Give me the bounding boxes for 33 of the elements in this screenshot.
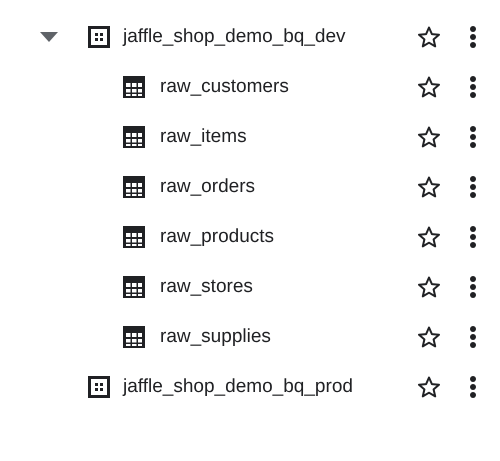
star-button[interactable] (416, 374, 442, 400)
table-name[interactable]: raw_customers (160, 76, 416, 98)
more-icon[interactable] (468, 74, 478, 100)
dataset-icon (88, 376, 110, 398)
table-icon (123, 326, 145, 348)
table-name[interactable]: raw_products (160, 226, 416, 248)
more-icon[interactable] (468, 374, 478, 400)
more-icon[interactable] (468, 324, 478, 350)
table-icon (123, 176, 145, 198)
star-button[interactable] (416, 274, 442, 300)
more-icon[interactable] (468, 24, 478, 50)
star-button[interactable] (416, 24, 442, 50)
table-icon (123, 76, 145, 98)
star-button[interactable] (416, 124, 442, 150)
dataset-name[interactable]: jaffle_shop_demo_bq_prod (123, 376, 416, 398)
caret-icon[interactable] (40, 32, 58, 42)
more-icon[interactable] (468, 274, 478, 300)
table-name[interactable]: raw_orders (160, 176, 416, 198)
table-name[interactable]: raw_items (160, 126, 416, 148)
star-button[interactable] (416, 174, 442, 200)
table-icon (123, 126, 145, 148)
more-icon[interactable] (468, 174, 478, 200)
star-button[interactable] (416, 74, 442, 100)
dataset-name[interactable]: jaffle_shop_demo_bq_dev (123, 26, 416, 48)
more-icon[interactable] (468, 124, 478, 150)
table-icon (123, 276, 145, 298)
table-icon (123, 226, 145, 248)
dataset-icon (88, 26, 110, 48)
star-button[interactable] (416, 224, 442, 250)
star-button[interactable] (416, 324, 442, 350)
more-icon[interactable] (468, 224, 478, 250)
table-name[interactable]: raw_supplies (160, 326, 416, 348)
table-name[interactable]: raw_stores (160, 276, 416, 298)
